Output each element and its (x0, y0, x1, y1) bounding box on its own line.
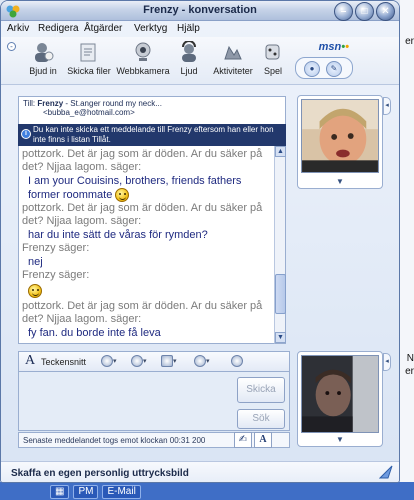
background-text: er (405, 366, 414, 377)
games-label: Spel (263, 66, 282, 76)
message-sender: pottzork. Det är jag som är döden. Ar du… (22, 202, 263, 228)
menu-hjalp[interactable]: Hjälp (177, 23, 200, 34)
message-text (22, 282, 271, 300)
personal-expression-bar[interactable]: Skaffa en egen personlig uttrycksbild (1, 461, 399, 482)
main-toolbar: - Bjud in Skicka filer Webbkamera Ljud A… (1, 37, 399, 85)
to-label: Till: (23, 99, 36, 108)
own-display-picture[interactable] (301, 355, 379, 433)
maximize-button[interactable]: □ (355, 2, 374, 21)
font-icon[interactable]: A (25, 353, 35, 369)
contact-display-picture-frame: ▼ (297, 95, 383, 189)
expand-own-picture-arrow-icon[interactable]: ◂ (383, 353, 391, 371)
compose-toolbar: A Teckensnitt ▾ ▾ ▾ ▾ (18, 351, 290, 371)
message-text: nej (28, 256, 43, 269)
msn-logo: msn•• (318, 41, 349, 53)
background-text: er (405, 36, 414, 47)
message-sender: pottzork. Det är jag som är döden. Ar du… (22, 148, 263, 173)
font-button[interactable]: Teckensnitt (41, 357, 86, 367)
confused-emoticon-icon (28, 284, 42, 299)
info-text: Du kan inte skicka ett meddelande till F… (33, 125, 274, 144)
display-picture-dropdown-icon[interactable]: ▼ (336, 177, 344, 186)
own-picture-dropdown-icon[interactable]: ▼ (336, 435, 344, 444)
menu-bar: Arkiv Redigera Åtgärder Verktyg Hjälp (1, 21, 399, 36)
send-files-label: Skicka filer (67, 66, 111, 76)
background-window-edge (400, 0, 414, 500)
gift-icon (194, 355, 206, 367)
contact-picture-tab-icon[interactable]: ● (304, 61, 320, 77)
scroll-up-arrow-icon[interactable]: ▲ (275, 146, 286, 157)
background-icon (161, 355, 173, 367)
expand-side-arrow-icon[interactable]: ◂ (383, 97, 391, 115)
nudge-icon (231, 355, 243, 367)
background-button[interactable]: ▾ (161, 355, 177, 369)
nudge-button[interactable] (231, 355, 243, 369)
send-panel: Skicka Sök (234, 371, 290, 431)
title-bar[interactable]: Frenzy - konversation – □ ✕ (1, 1, 399, 21)
webcam-icon (135, 42, 151, 61)
send-files-icon (80, 43, 96, 62)
games-button[interactable]: Spel (245, 41, 301, 76)
message-sender: Frenzy säger: (22, 269, 90, 282)
menu-arkiv[interactable]: Arkiv (7, 23, 29, 34)
message-sender: Frenzy säger: (22, 242, 90, 255)
conversation-window: Frenzy - konversation – □ ✕ Arkiv Redige… (0, 0, 400, 483)
info-banner[interactable]: i Du kan inte skicka ett meddelande till… (18, 124, 286, 146)
handwriting-mode-button[interactable]: ✍ (234, 432, 252, 448)
emoticon-button[interactable]: ▾ (101, 355, 117, 369)
contact-name[interactable]: Frenzy (37, 99, 63, 108)
taskbar-button[interactable]: ▦ (50, 485, 70, 499)
smiley-emoticon-icon (115, 188, 130, 203)
display-pictures-toggle: ● ✎ (295, 57, 353, 79)
send-arrow-icon[interactable] (379, 465, 393, 479)
menu-redigera[interactable]: Redigera (38, 23, 79, 34)
message-sender: pottzork. Det är jag som är döden. Ar du… (22, 300, 263, 326)
recipient-box: Till: Frenzy - St.anger round my neck...… (18, 96, 286, 124)
audio-icon (182, 41, 196, 62)
menu-verktyg[interactable]: Verktyg (134, 23, 167, 34)
background-text: N (406, 353, 414, 364)
invite-icon (35, 43, 54, 62)
conversation-history[interactable]: pottzork. Det är jag som är döden. Ar du… (18, 146, 274, 344)
text-mode-button[interactable]: A (254, 432, 272, 448)
search-button[interactable]: Sök (237, 409, 285, 429)
taskbar-button-email[interactable]: E-Mail (102, 485, 141, 499)
taskbar-button-pm[interactable]: PM (73, 485, 99, 499)
message-input[interactable] (18, 371, 234, 431)
scroll-thumb[interactable] (275, 274, 286, 314)
menu-atgarder[interactable]: Åtgärder (84, 23, 122, 34)
audio-label: Ljud (180, 66, 198, 76)
background-taskbar-items: ▦ PM E-Mail (50, 484, 141, 500)
pencil-tab-icon[interactable]: ✎ (326, 61, 342, 77)
own-display-picture-frame: ▼ (297, 351, 383, 447)
contact-status: - St.anger round my neck... (65, 99, 162, 108)
wink-icon (131, 355, 143, 367)
contact-email: <bubba_e@hotmail.com> (43, 108, 135, 117)
activities-icon (224, 45, 242, 60)
send-button[interactable]: Skicka (237, 377, 285, 403)
scroll-down-arrow-icon[interactable]: ▼ (275, 332, 286, 343)
minimize-button[interactable]: – (334, 2, 353, 21)
personal-expression-link[interactable]: Skaffa en egen personlig uttrycksbild (11, 468, 189, 479)
info-icon: i (21, 129, 31, 139)
message-text: I am your Couisins, brothers, friends fa… (28, 175, 242, 203)
emoticon-icon (101, 355, 113, 367)
history-scrollbar[interactable]: ▲ ▼ (274, 146, 286, 344)
message-text: fy fan. du borde inte få leva (28, 327, 161, 340)
close-button[interactable]: ✕ (376, 2, 395, 21)
contact-display-picture[interactable] (301, 99, 379, 173)
wink-button[interactable]: ▾ (131, 355, 147, 369)
gift-button[interactable]: ▾ (194, 355, 210, 369)
message-text: har du inte sätt de våras för rymden? (28, 229, 208, 242)
invite-label: Bjud in (29, 66, 57, 76)
send-files-button[interactable]: Skicka filer (61, 41, 117, 76)
games-icon (265, 44, 280, 60)
